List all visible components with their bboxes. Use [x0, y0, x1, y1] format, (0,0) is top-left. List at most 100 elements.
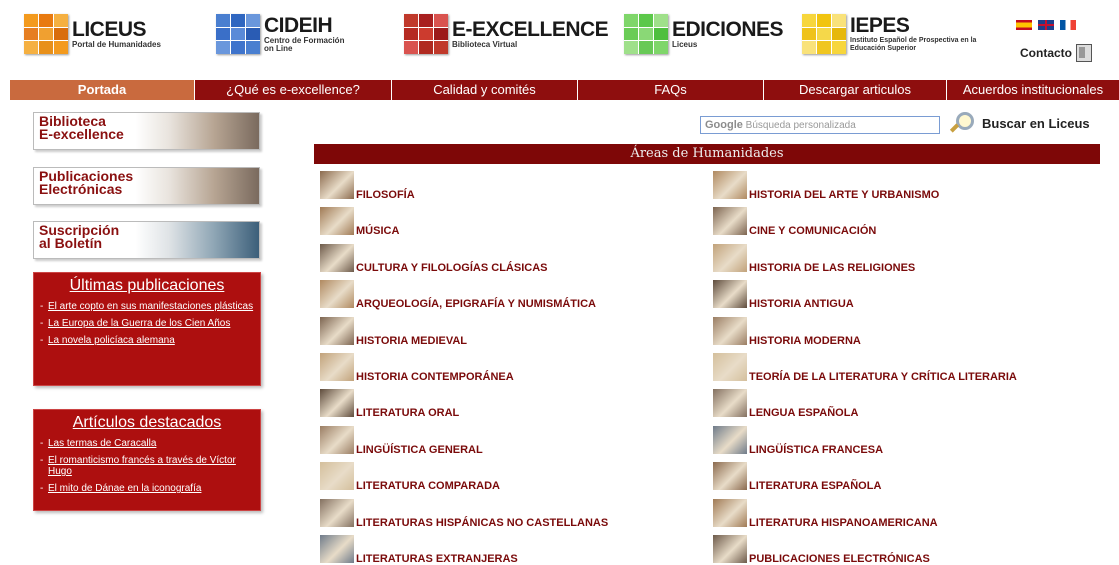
area-label: HISTORIA ANTIGUA — [749, 298, 854, 311]
area-link[interactable]: HISTORIA CONTEMPORÁNEA — [320, 353, 514, 383]
banner-label: Publicaciones Electrónicas — [39, 168, 134, 197]
area-link[interactable]: HISTORIA DE LAS RELIGIONES — [713, 243, 916, 274]
magnifier-icon — [950, 112, 974, 134]
contact-link[interactable]: Contacto — [1020, 44, 1092, 62]
area-link[interactable]: HISTORIA MEDIEVAL — [320, 316, 467, 347]
area-link[interactable]: HISTORIA MODERNA — [713, 316, 861, 347]
area-label: CULTURA Y FILOLOGÍAS CLÁSICAS — [356, 261, 548, 274]
nav-calidad[interactable]: Calidad y comités — [392, 80, 578, 100]
area-thumbnail-icon — [320, 171, 354, 199]
area-thumbnail-icon — [713, 498, 747, 527]
area-thumbnail-icon — [713, 243, 747, 272]
area-link[interactable]: LITERATURA HISPANOAMERICANA — [713, 498, 938, 529]
language-flags — [1016, 20, 1076, 30]
area-label: LITERATURA ORAL — [356, 407, 460, 420]
area-thumbnail-icon — [713, 316, 747, 345]
area-thumbnail-icon — [713, 425, 747, 454]
google-label: Google — [705, 119, 743, 131]
nav-faqs[interactable]: FAQs — [578, 80, 764, 100]
area-link[interactable]: ARQUEOLOGÍA, EPIGRAFÍA Y NUMISMÁTICA — [320, 280, 596, 311]
area-label: LITERATURA COMPARADA — [356, 480, 501, 493]
area-thumbnail-icon — [320, 535, 354, 563]
area-thumbnail-icon — [713, 280, 747, 309]
iepes-logo-icon — [802, 14, 846, 54]
uk-flag-icon[interactable] — [1038, 20, 1054, 30]
area-label: LENGUA ESPAÑOLA — [749, 407, 859, 420]
latest-publications-title: Últimas publicaciones — [69, 277, 225, 294]
area-link[interactable]: LITERATURAS EXTRANJERAS — [320, 535, 518, 565]
list-item[interactable]: El mito de Dánae en la iconografía — [40, 483, 254, 494]
banner-label: Biblioteca E-excellence — [39, 113, 124, 142]
search-placeholder: Búsqueda personalizada — [745, 120, 856, 131]
banner-label: Suscripción al Boletín — [39, 222, 120, 251]
area-link[interactable]: CULTURA Y FILOLOGÍAS CLÁSICAS — [320, 243, 548, 274]
area-link[interactable]: HISTORIA ANTIGUA — [713, 280, 854, 311]
latest-publications-box: Últimas publicaciones El arte copto en s… — [33, 272, 261, 386]
area-link[interactable]: CINE Y COMUNICACIÓN — [713, 207, 877, 238]
area-link[interactable]: HISTORIA DEL ARTE Y URBANISMO — [713, 171, 939, 201]
area-link[interactable]: PUBLICACIONES ELECTRÓNICAS — [713, 535, 930, 565]
list-item[interactable]: Las termas de Caracalla — [40, 438, 254, 449]
area-label: MÚSICA — [356, 225, 400, 238]
area-label: PUBLICACIONES ELECTRÓNICAS — [749, 553, 930, 565]
area-thumbnail-icon — [713, 389, 747, 418]
area-link[interactable]: LITERATURA COMPARADA — [320, 462, 501, 493]
area-link[interactable]: LITERATURAS HISPÁNICAS NO CASTELLANAS — [320, 498, 609, 529]
featured-articles-title: Artículos destacados — [72, 414, 222, 431]
area-label: TEORÍA DE LA LITERATURA Y CRÍTICA LITERA… — [749, 371, 1017, 383]
area-label: LITERATURA HISPANOAMERICANA — [749, 516, 938, 529]
nav-acuerdos[interactable]: Acuerdos institucionales — [947, 80, 1119, 100]
list-item[interactable]: La Europa de la Guerra de los Cien Años — [40, 318, 254, 329]
area-thumbnail-icon — [320, 280, 354, 309]
nav-que-es[interactable]: ¿Qué es e-excellence? — [195, 80, 392, 100]
area-link[interactable]: LINGÜÍSTICA FRANCESA — [713, 425, 884, 456]
area-link[interactable]: TEORÍA DE LA LITERATURA Y CRÍTICA LITERA… — [713, 353, 1017, 383]
spain-flag-icon[interactable] — [1016, 20, 1032, 30]
area-thumbnail-icon — [713, 462, 747, 491]
e-excellence-logo-icon — [404, 14, 448, 54]
area-link[interactable]: LINGÜÍSTICA GENERAL — [320, 425, 483, 456]
featured-articles-box: Artículos destacados Las termas de Carac… — [33, 409, 261, 511]
banner-biblioteca[interactable]: Biblioteca E-excellence — [33, 112, 260, 150]
contact-label: Contacto — [1020, 46, 1072, 60]
area-link[interactable]: FILOSOFÍA — [320, 171, 415, 201]
logo-ediciones[interactable]: EDICIONES Liceus — [624, 14, 784, 54]
area-label: HISTORIA MODERNA — [749, 334, 861, 347]
list-item[interactable]: El arte copto en sus manifestaciones plá… — [40, 301, 254, 312]
area-label: CINE Y COMUNICACIÓN — [749, 225, 877, 238]
logo-liceus[interactable]: LICEUS Portal de Humanidades — [24, 14, 161, 54]
logo-title: EDICIONES — [672, 18, 784, 41]
area-thumbnail-icon — [320, 207, 354, 236]
logo-e-excellence[interactable]: E-EXCELLENCE Biblioteca Virtual — [404, 14, 609, 54]
area-link[interactable]: LITERATURA ESPAÑOLA — [713, 462, 881, 492]
area-label: LITERATURAS EXTRANJERAS — [356, 553, 518, 565]
area-label: HISTORIA DE LAS RELIGIONES — [749, 261, 916, 274]
logo-subtitle: Biblioteca Virtual — [452, 40, 518, 49]
nav-portada[interactable]: Portada — [10, 80, 195, 100]
area-label: LITERATURAS HISPÁNICAS NO CASTELLANAS — [356, 516, 609, 529]
logo-cideih[interactable]: CIDEIH Centro de Formación on Line — [216, 14, 350, 54]
area-thumbnail-icon — [713, 171, 747, 199]
search-button[interactable]: Buscar en Liceus — [950, 112, 1090, 134]
logo-subtitle: Instituto Español de Prospectiva en la E… — [850, 37, 977, 52]
area-thumbnail-icon — [320, 462, 354, 491]
liceus-logo-icon — [24, 14, 68, 54]
area-label: ARQUEOLOGÍA, EPIGRAFÍA Y NUMISMÁTICA — [356, 298, 596, 311]
banner-publicaciones[interactable]: Publicaciones Electrónicas — [33, 167, 260, 205]
logo-subtitle: Centro de Formación on Line — [264, 36, 345, 53]
area-link[interactable]: LITERATURA ORAL — [320, 389, 460, 420]
nav-descargar[interactable]: Descargar articulos — [764, 80, 947, 100]
area-thumbnail-icon — [320, 353, 354, 381]
banner-suscripcion[interactable]: Suscripción al Boletín — [33, 221, 260, 259]
logo-subtitle: Liceus — [672, 40, 698, 49]
area-link[interactable]: MÚSICA — [320, 207, 400, 238]
list-item[interactable]: La novela policíaca alemana — [40, 335, 254, 346]
logo-iepes[interactable]: IEPES Instituto Español de Prospectiva en… — [802, 14, 980, 54]
france-flag-icon[interactable] — [1060, 20, 1076, 30]
area-link[interactable]: LENGUA ESPAÑOLA — [713, 389, 859, 420]
logo-title: LICEUS — [72, 18, 147, 41]
area-label: HISTORIA CONTEMPORÁNEA — [356, 371, 514, 383]
list-item[interactable]: El romanticismo francés a través de Víct… — [40, 455, 254, 477]
search-input[interactable]: Google Búsqueda personalizada — [700, 116, 940, 134]
area-label: LINGÜÍSTICA FRANCESA — [749, 443, 884, 456]
